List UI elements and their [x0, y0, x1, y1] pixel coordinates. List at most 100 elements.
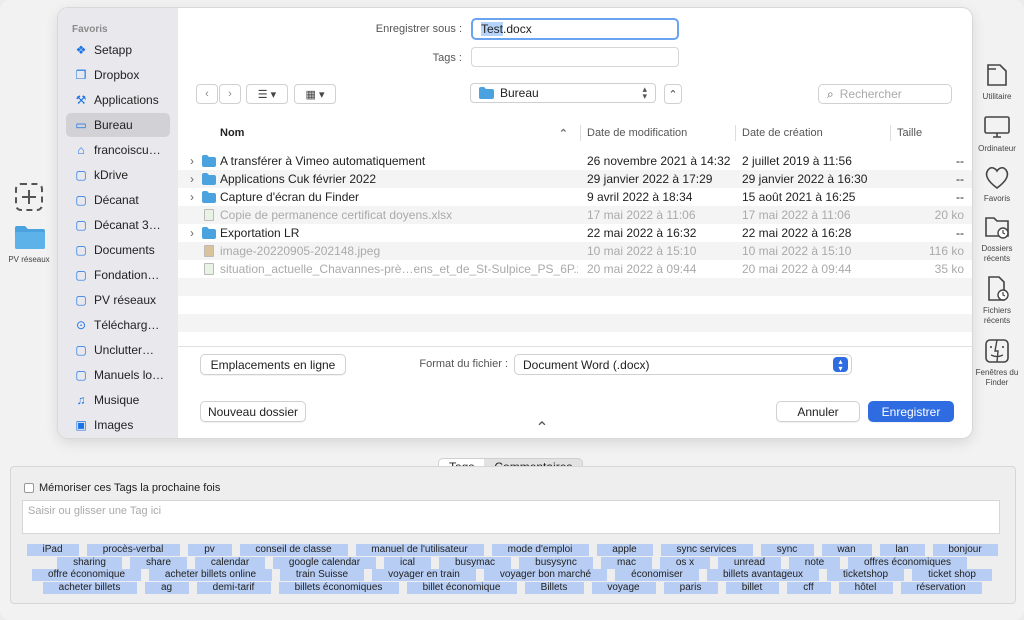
collapse-handle-icon[interactable]: ⌃: [530, 418, 554, 437]
disclosure-chevron-icon[interactable]: ›: [190, 152, 194, 170]
tag-chip[interactable]: offre économique: [32, 569, 141, 581]
online-locations-button[interactable]: Emplacements en ligne: [200, 354, 346, 375]
sidebar-item[interactable]: ⚒ Applications: [66, 88, 170, 112]
tag-chip[interactable]: conseil de classe: [239, 544, 348, 556]
column-header-name[interactable]: Nom ⌃: [214, 122, 574, 144]
shelf-dossiers-recents[interactable]: Dossiers récents: [970, 212, 1024, 264]
tag-chip[interactable]: sync: [760, 544, 814, 556]
sidebar-item[interactable]: ▭ Bureau: [66, 113, 170, 137]
tag-chip[interactable]: procès-verbal: [86, 544, 180, 556]
shelf-favoris[interactable]: Favoris: [970, 162, 1024, 204]
tag-chip[interactable]: note: [789, 556, 840, 569]
sidebar-item[interactable]: ⊙ Télécharg…: [66, 313, 170, 337]
column-header-modified[interactable]: Date de modification: [581, 122, 731, 144]
tag-chip[interactable]: acheter billets: [42, 581, 137, 594]
tag-chip[interactable]: ticket shop: [912, 569, 992, 581]
shelf-fichiers-recents[interactable]: Fichiers récents: [970, 274, 1024, 326]
tag-chip[interactable]: réservation: [900, 581, 982, 594]
sidebar-item[interactable]: ♫ Musique: [66, 388, 170, 412]
tag-chip[interactable]: mode d'emploi: [491, 544, 589, 556]
tag-chip[interactable]: apple: [596, 544, 653, 556]
tag-chip[interactable]: bonjour: [932, 544, 998, 556]
file-row[interactable]: › Capture d'écran du Finder 9 avril 2022 à…: [178, 188, 972, 206]
sidebar-item[interactable]: ▢ Fondation…: [66, 263, 170, 287]
tag-chip[interactable]: Billets: [524, 581, 584, 594]
sidebar-item[interactable]: ▢ Décanat: [66, 188, 170, 212]
tag-chip[interactable]: billet économique: [406, 581, 517, 594]
sidebar-item[interactable]: ▢ Manuels lo…: [66, 363, 170, 387]
sidebar-item[interactable]: ▢ Décanat 3…: [66, 213, 170, 237]
tag-chip[interactable]: ag: [144, 581, 189, 594]
tag-chip[interactable]: share: [130, 556, 187, 569]
new-folder-button[interactable]: Nouveau dossier: [200, 401, 306, 422]
disclosure-chevron-icon[interactable]: ›: [190, 170, 194, 188]
tag-chip[interactable]: sharing: [57, 556, 122, 569]
file-name-field[interactable]: Test.docx: [471, 18, 679, 40]
tag-chip[interactable]: voyage: [591, 581, 656, 594]
tag-chip[interactable]: manuel de l'utilisateur: [355, 544, 484, 556]
file-row[interactable]: › Applications Cuk février 2022 29 janvier…: [178, 170, 972, 188]
tag-chip[interactable]: paris: [663, 581, 718, 594]
remember-checkbox[interactable]: [24, 483, 34, 493]
column-header-size[interactable]: Taille: [891, 122, 971, 144]
sidebar-item[interactable]: ▢ Documents: [66, 238, 170, 262]
shelf-ordinateur[interactable]: Ordinateur: [970, 112, 1024, 154]
tag-chip[interactable]: billets économiques: [278, 581, 399, 594]
shelf-fenetres-finder[interactable]: Fenêtres du Finder: [970, 336, 1024, 388]
tag-chip[interactable]: busymac: [439, 556, 511, 569]
location-popup[interactable]: Bureau ▴ ▾: [470, 83, 656, 103]
file-format-popup[interactable]: Document Word (.docx) ▴ ▾: [514, 354, 852, 375]
tag-chip[interactable]: ticketshop: [827, 569, 904, 581]
file-row[interactable]: › A transférer à Vimeo automatiquement 26 …: [178, 152, 972, 170]
cancel-button[interactable]: Annuler: [776, 401, 860, 422]
shelf-utilitaire[interactable]: Utilitaire: [970, 60, 1024, 102]
disclosure-chevron-icon[interactable]: ›: [190, 224, 194, 242]
tag-chip[interactable]: billets avantageux: [707, 569, 819, 581]
sidebar-item[interactable]: ▣ Images: [66, 413, 170, 437]
tag-chip[interactable]: busysync: [519, 556, 593, 569]
remember-tags-option[interactable]: Mémoriser ces Tags la prochaine fois: [24, 482, 220, 494]
add-shelf-icon[interactable]: [15, 183, 43, 211]
tag-chip[interactable]: cff: [786, 581, 831, 594]
tag-chip[interactable]: mac: [601, 556, 652, 569]
tag-chip[interactable]: iPad: [26, 544, 79, 556]
search-field[interactable]: ⌕ Rechercher: [818, 84, 952, 104]
tag-chip[interactable]: lan: [879, 544, 925, 556]
sidebar-item[interactable]: ▢ Unclutter…: [66, 338, 170, 362]
list-view-button[interactable]: ☰ ▾: [246, 84, 288, 104]
group-view-button[interactable]: ▦ ▾: [294, 84, 336, 104]
sidebar-item[interactable]: ⌂ francoiscu…: [66, 138, 170, 162]
forward-button[interactable]: ›: [219, 84, 241, 104]
folder-icon[interactable]: [14, 224, 46, 250]
tag-chip[interactable]: hôtel: [838, 581, 893, 594]
sidebar-item[interactable]: ❖ Setapp: [66, 38, 170, 62]
tag-chip[interactable]: unread: [718, 556, 781, 569]
back-button[interactable]: ‹: [196, 84, 218, 104]
tag-chip[interactable]: sync services: [660, 544, 753, 556]
tag-chip[interactable]: google calendar: [273, 556, 376, 569]
sidebar-item[interactable]: ▢ kDrive: [66, 163, 170, 187]
tag-chip[interactable]: calendar: [195, 556, 265, 569]
sidebar-item[interactable]: ❒ Dropbox: [66, 63, 170, 87]
file-row[interactable]: image-20220905-202148.jpeg 10 mai 2022 à …: [178, 242, 972, 260]
tag-chip[interactable]: voyager bon marché: [484, 569, 607, 581]
column-header-created[interactable]: Date de création: [736, 122, 886, 144]
tag-chip[interactable]: ical: [384, 556, 431, 569]
tag-chip[interactable]: os x: [660, 556, 710, 569]
tag-chip[interactable]: acheter billets online: [149, 569, 272, 581]
tag-chip[interactable]: pv: [187, 544, 232, 556]
save-button[interactable]: Enregistrer: [868, 401, 954, 422]
disclosure-chevron-icon[interactable]: ›: [190, 188, 194, 206]
file-row[interactable]: situation_actuelle_Chavannes-prè…ens_et_…: [178, 260, 972, 278]
tag-chip[interactable]: voyager en train: [372, 569, 476, 581]
tag-chip[interactable]: offres économiques: [848, 556, 967, 569]
tag-input[interactable]: Saisir ou glisser une Tag ici: [22, 500, 1000, 534]
tags-field[interactable]: [471, 47, 679, 67]
tag-chip[interactable]: économiser: [615, 569, 699, 581]
tag-chip[interactable]: billet: [725, 581, 779, 594]
file-row[interactable]: Copie de permanence certificat doyens.xl…: [178, 206, 972, 224]
expand-collapse-button[interactable]: ⌃: [664, 84, 682, 104]
tag-chip[interactable]: wan: [821, 544, 872, 556]
tag-chip[interactable]: demi-tarif: [196, 581, 271, 594]
file-row[interactable]: › Exportation LR 22 mai 2022 à 16:32 22 mai…: [178, 224, 972, 242]
